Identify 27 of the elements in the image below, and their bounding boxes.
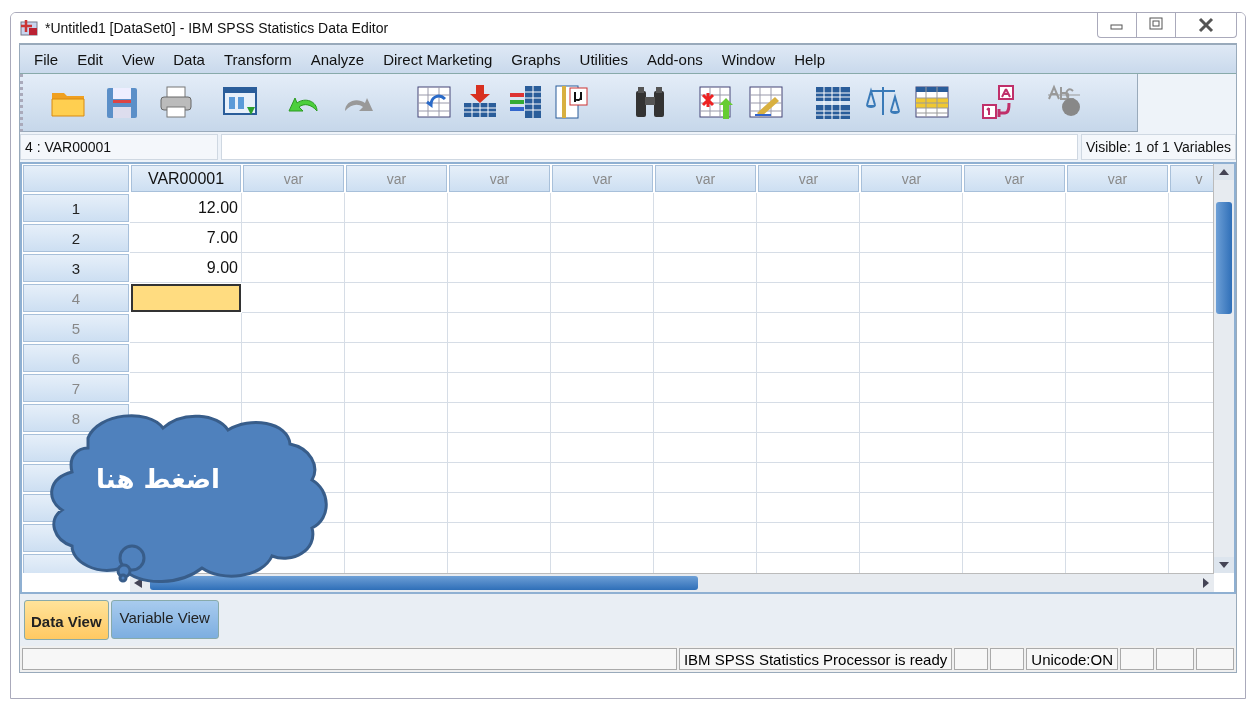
menu-item[interactable]: Utilities xyxy=(571,50,639,68)
row-header[interactable]: 1 xyxy=(23,194,129,222)
data-cell[interactable]: 9.00 xyxy=(130,253,242,283)
menu-item[interactable]: Graphs xyxy=(503,50,572,68)
menu-item[interactable]: Data xyxy=(165,50,216,68)
callout-text: اضغط هنا xyxy=(96,464,220,494)
row-header[interactable]: 3 xyxy=(23,254,129,282)
cell-reference: 4 : VAR00001 xyxy=(20,134,218,160)
encoding-status: Unicode:ON xyxy=(1026,648,1118,670)
status-message: IBM SPSS Statistics Processor is ready xyxy=(678,648,953,670)
menu-item[interactable]: Transform xyxy=(215,50,303,68)
menu-item[interactable]: Add-ons xyxy=(638,50,714,68)
view-tab[interactable]: Data View xyxy=(24,600,109,640)
data-cell[interactable]: 12.00 xyxy=(130,193,242,223)
window-title: *Untitled1 [DataSet0] - IBM SPSS Statistics Data Editor xyxy=(45,20,389,36)
menu-item[interactable]: Analyze xyxy=(302,50,376,68)
menu-item[interactable]: Help xyxy=(786,50,836,68)
visible-variables-count: Visible: 1 of 1 Variables xyxy=(1081,134,1236,160)
menu-item[interactable]: Window xyxy=(713,50,787,68)
menu-item[interactable]: File xyxy=(26,50,70,68)
row-header[interactable]: 2 xyxy=(23,224,129,252)
menu-item[interactable]: Direct Marketing xyxy=(375,50,504,68)
data-cell[interactable]: 7.00 xyxy=(130,223,242,253)
view-tab[interactable]: Variable View xyxy=(110,600,219,639)
column-header[interactable]: VAR00001 xyxy=(131,165,241,192)
menu-item[interactable]: View xyxy=(114,50,166,68)
menu-item[interactable]: Edit xyxy=(69,50,115,68)
